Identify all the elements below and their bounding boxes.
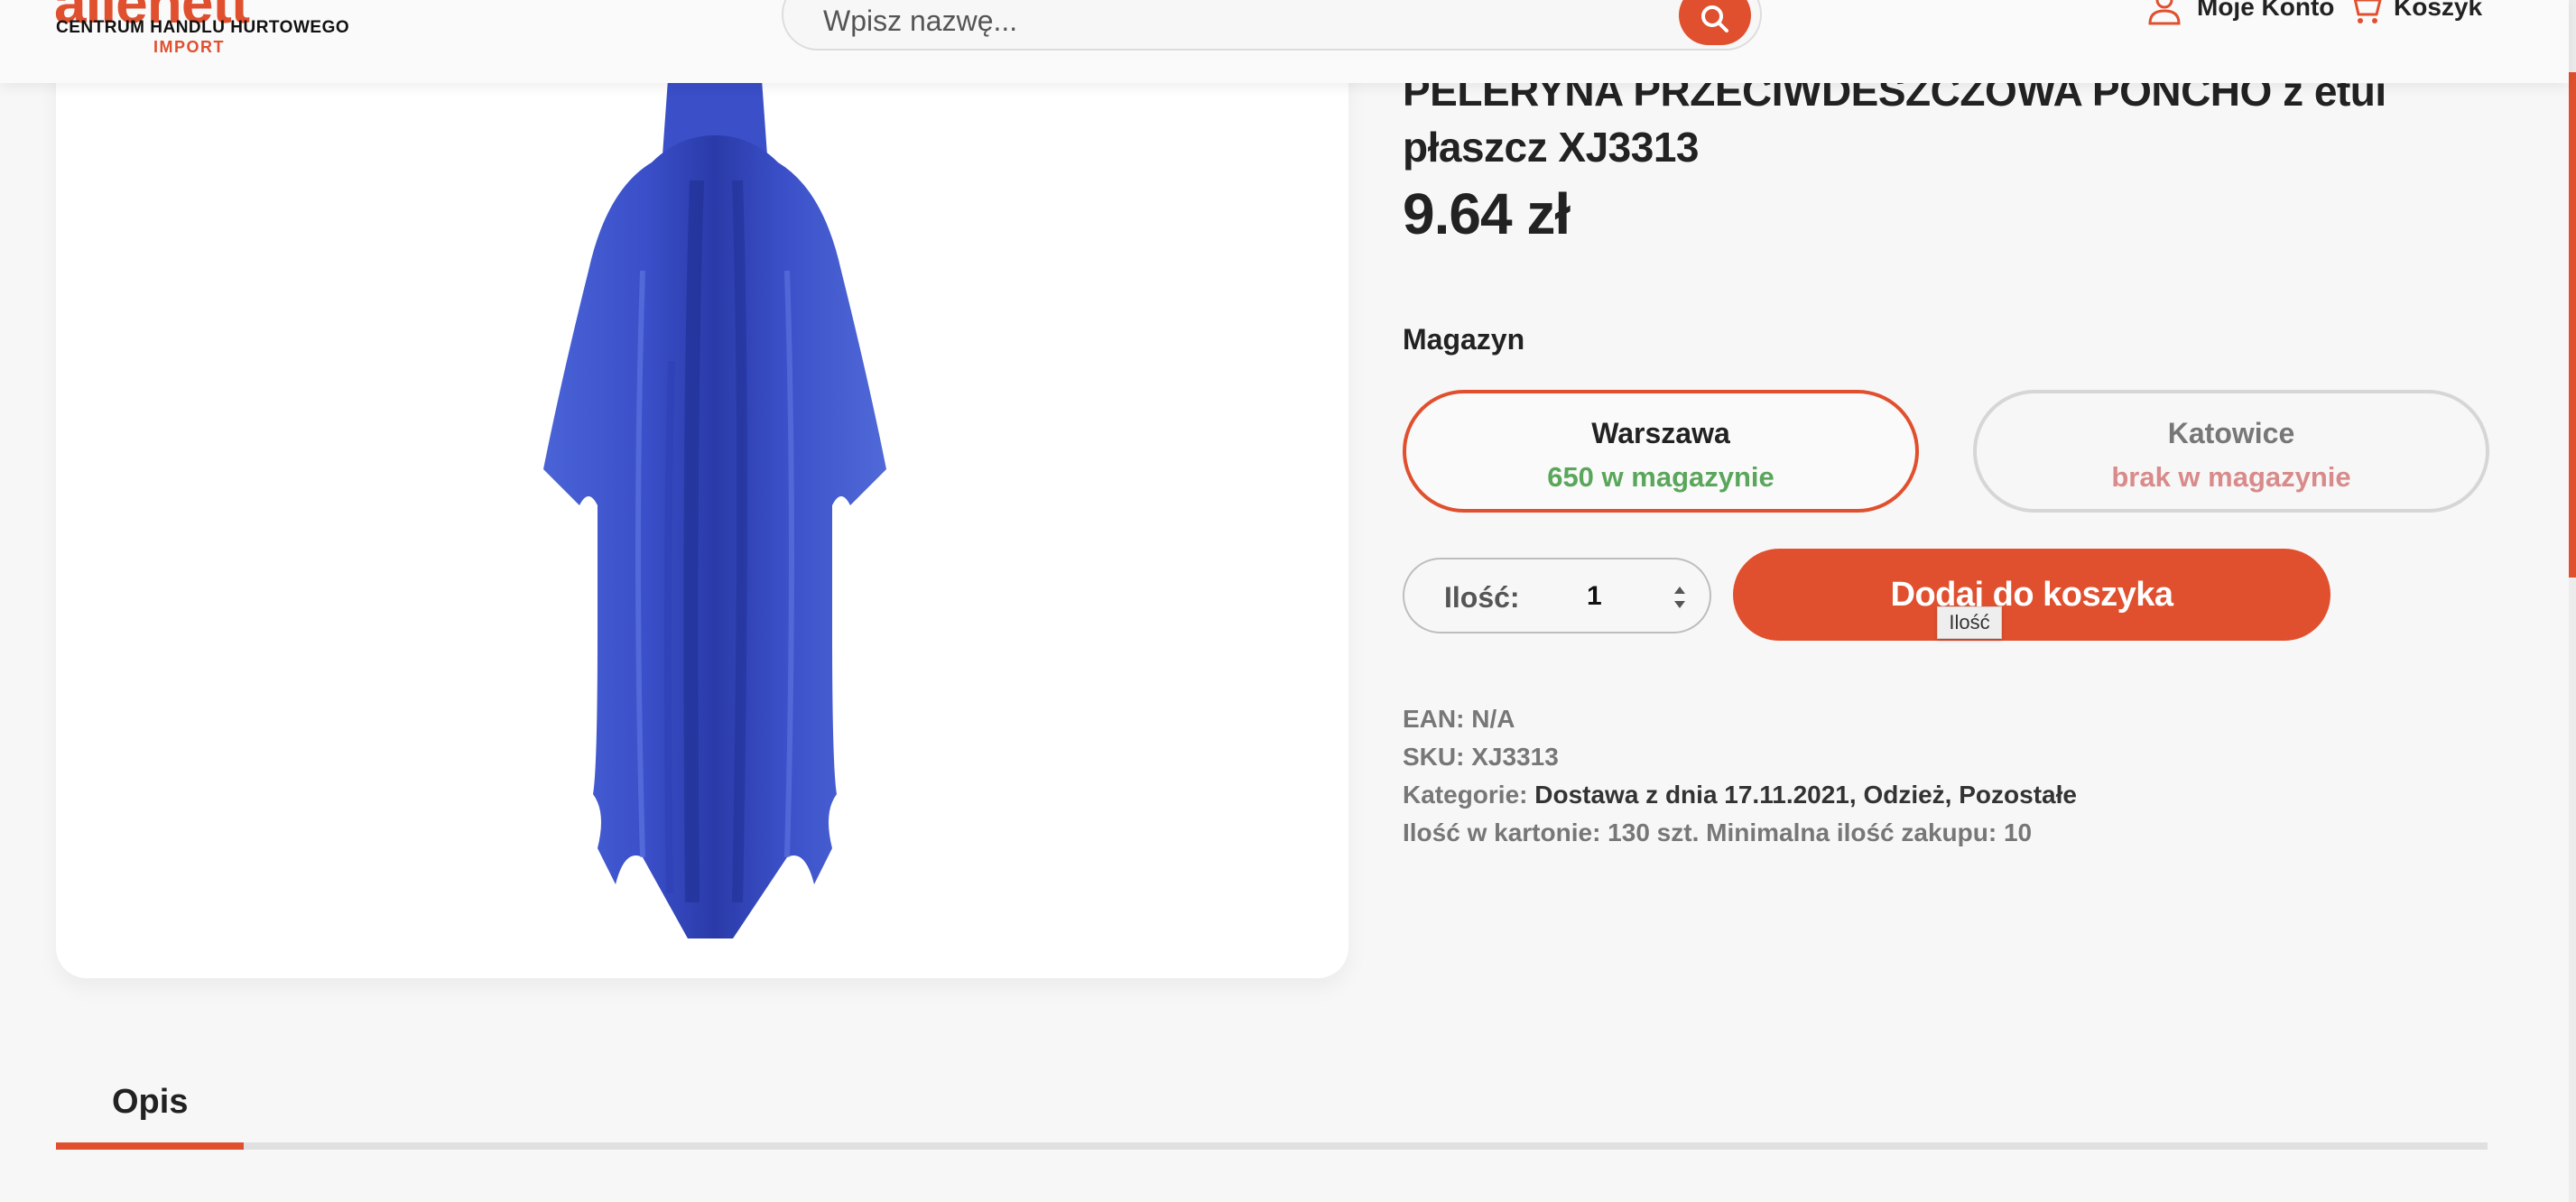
warehouse-label: Magazyn bbox=[1403, 323, 1525, 356]
user-icon bbox=[2148, 0, 2181, 25]
sku-value: XJ3313 bbox=[1471, 743, 1559, 771]
quantity-value[interactable]: 1 bbox=[1587, 581, 1602, 612]
warehouse-option-katowice[interactable]: Katowice brak w magazynie bbox=[1973, 390, 2489, 513]
search-icon bbox=[1701, 5, 1728, 32]
search-input[interactable] bbox=[823, 0, 1635, 42]
search-button[interactable] bbox=[1679, 0, 1751, 45]
sku-row: SKU: XJ3313 bbox=[1403, 738, 2077, 776]
product-price: 9.64 zł bbox=[1403, 181, 1571, 246]
cart-link[interactable]: Koszyk bbox=[2347, 0, 2482, 25]
logo-subtitle: CENTRUM HANDLU HURTOWEGO bbox=[56, 18, 350, 37]
cart-label: Koszyk bbox=[2394, 0, 2483, 21]
sku-label: SKU: bbox=[1403, 743, 1465, 771]
account-label: Moje Konto bbox=[2197, 0, 2335, 21]
categories-value[interactable]: Dostawa z dnia 17.11.2021, Odzież, Pozos… bbox=[1534, 781, 2077, 809]
categories-row: Kategorie: Dostawa z dnia 17.11.2021, Od… bbox=[1403, 776, 2077, 814]
product-meta: EAN: N/A SKU: XJ3313 Kategorie: Dostawa … bbox=[1403, 700, 2077, 852]
warehouse-name: Warszawa bbox=[1591, 417, 1730, 449]
site-header: allehett CENTRUM HANDLU HURTOWEGO IMPORT… bbox=[0, 0, 2569, 83]
tab-description[interactable]: Opis bbox=[112, 1083, 188, 1122]
warehouse-stock: 650 w magazynie bbox=[1547, 461, 1774, 493]
categories-label: Kategorie: bbox=[1403, 781, 1528, 809]
carton-row: Ilość w kartonie: 130 szt. Minimalna ilo… bbox=[1403, 818, 2033, 846]
quantity-label: Ilość: bbox=[1444, 581, 1520, 614]
product-image-card bbox=[56, 54, 1348, 978]
quantity-tooltip: Ilość bbox=[1937, 606, 2002, 639]
ean-value: N/A bbox=[1471, 705, 1515, 733]
ean-label: EAN: bbox=[1403, 705, 1465, 733]
tab-divider bbox=[56, 1142, 2488, 1150]
cart-icon bbox=[2353, 0, 2382, 23]
account-link[interactable]: Moje Konto bbox=[2146, 0, 2334, 25]
add-to-cart-button[interactable]: Dodaj do koszyka bbox=[1733, 549, 2330, 641]
search-bar bbox=[782, 0, 1762, 51]
site-logo[interactable]: allehett CENTRUM HANDLU HURTOWEGO IMPORT bbox=[54, 0, 349, 60]
logo-import-label: IMPORT bbox=[153, 38, 225, 56]
scrollbar[interactable] bbox=[2569, 0, 2576, 1202]
warehouse-option-warszawa[interactable]: Warszawa 650 w magazynie bbox=[1403, 390, 1919, 513]
stepper-arrows-icon[interactable] bbox=[1670, 579, 1690, 615]
warehouse-name: Katowice bbox=[2167, 417, 2295, 449]
quantity-stepper[interactable]: Ilość: 1 bbox=[1403, 558, 1711, 633]
blue-rain-poncho-image bbox=[543, 54, 886, 938]
scrollbar-thumb[interactable] bbox=[2569, 72, 2576, 578]
warehouse-stock: brak w magazynie bbox=[2111, 461, 2351, 493]
ean-row: EAN: N/A bbox=[1403, 700, 2077, 738]
tab-active-indicator bbox=[56, 1142, 244, 1150]
